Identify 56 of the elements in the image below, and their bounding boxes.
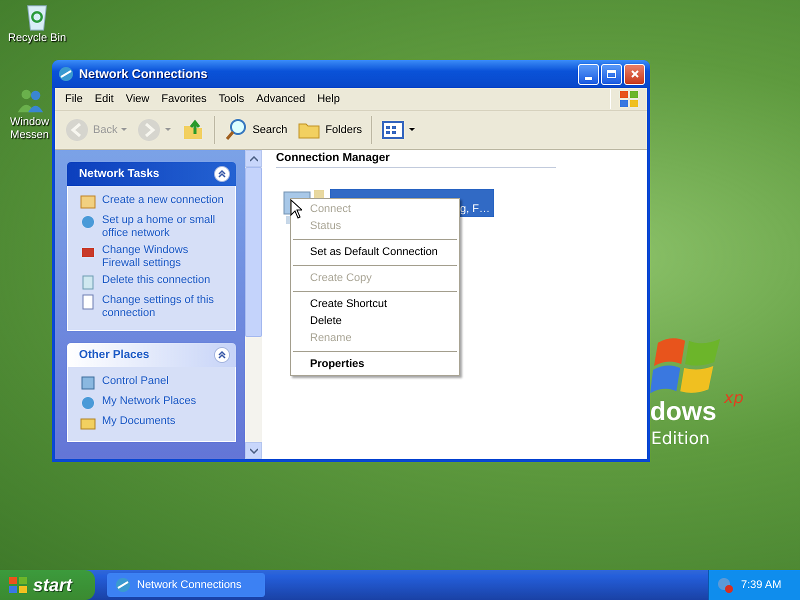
maximize-button[interactable] (601, 64, 622, 84)
menu-item[interactable]: Advanced (250, 93, 312, 105)
task-link[interactable]: Change Windows Firewall settings (102, 244, 227, 270)
windows-flag-icon (8, 576, 28, 594)
menu-item[interactable]: Favorites (155, 93, 213, 105)
folders-button[interactable]: Folders (293, 116, 366, 144)
panel-title[interactable]: Other Places (79, 349, 150, 361)
caret-icon (165, 128, 172, 132)
wallpaper-text: dows (650, 396, 716, 426)
desktop-icon-label[interactable]: Window (10, 116, 50, 129)
desktop-icon-label[interactable]: Recycle Bin (8, 32, 66, 45)
clock: 7:39 AM (741, 579, 782, 591)
menu-item[interactable]: File (59, 93, 89, 105)
search-button[interactable]: Search (220, 116, 292, 144)
menu-item[interactable]: Properties (291, 356, 459, 373)
task-panel-header[interactable]: Other Places (67, 343, 236, 367)
scroll-up-button[interactable] (245, 150, 262, 167)
task-link[interactable]: Set up a home or small office network (102, 214, 227, 240)
minimize-button[interactable] (578, 64, 599, 84)
chevron-down-icon (250, 448, 258, 454)
control-panel-icon (80, 375, 96, 391)
scroll-thumb[interactable] (245, 167, 262, 337)
group-header: Connection Manager (276, 152, 556, 168)
menu-item[interactable]: Set as Default Connection (291, 244, 459, 261)
menu-item[interactable]: Tools (212, 93, 250, 105)
chevron-up-icon (250, 156, 258, 162)
caret-icon (409, 128, 416, 132)
start-button[interactable]: start (0, 570, 95, 600)
scroll-down-button[interactable] (245, 442, 262, 459)
collapse-icon[interactable] (214, 347, 230, 363)
menu-item[interactable]: Help (311, 93, 346, 105)
desktop-icon-label[interactable]: Messen (10, 129, 49, 142)
task-link[interactable]: Delete this connection (102, 274, 210, 287)
menu-item[interactable]: View (120, 93, 156, 105)
menu-item[interactable]: Delete (291, 313, 459, 330)
search-icon (224, 118, 248, 142)
task-link[interactable]: My Network Places (102, 395, 196, 408)
menu-item[interactable]: Edit (88, 93, 120, 105)
windows-flag-icon (619, 90, 639, 108)
close-icon (630, 69, 640, 79)
caret-icon (121, 128, 128, 132)
taskbar-button[interactable]: Network Connections (107, 573, 265, 597)
task-link[interactable]: Control Panel (102, 375, 169, 388)
task-panel-header[interactable]: Network Tasks (67, 162, 236, 186)
task-link[interactable]: Change settings of this connection (102, 294, 227, 320)
task-link[interactable]: My Documents (102, 415, 176, 428)
menu-item[interactable]: Create Shortcut (291, 296, 459, 313)
wallpaper-text: Edition (651, 429, 710, 449)
wallpaper-text: xp (724, 388, 744, 407)
panel-title[interactable]: Network Tasks (79, 168, 160, 180)
scrollbar[interactable] (245, 150, 262, 459)
views-icon (381, 118, 406, 142)
close-button[interactable] (624, 64, 645, 84)
window-title: Network Connections (79, 67, 208, 81)
collapse-icon[interactable] (214, 166, 230, 182)
task-link[interactable]: Create a new connection (102, 194, 224, 207)
